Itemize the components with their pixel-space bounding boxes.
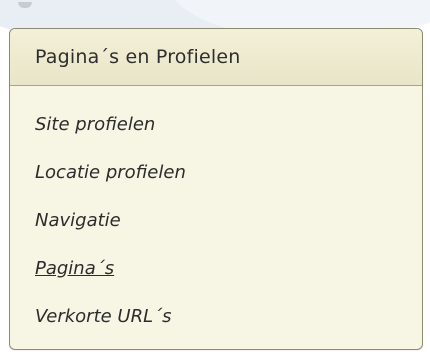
menu-item-verkorte-urls: Verkorte URL´s [10,292,422,340]
panel-menu: Site profielen Locatie profielen Navigat… [10,86,422,340]
menu-item-paginas: Pagina´s [10,244,422,292]
verkorte-urls-link[interactable]: Verkorte URL´s [35,306,172,327]
locatie-profielen-link[interactable]: Locatie profielen [35,162,186,183]
site-profielen-link[interactable]: Site profielen [35,114,155,135]
pages-profiles-panel: Pagina´s en Profielen Site profielen Loc… [9,28,423,350]
panel-header: Pagina´s en Profielen [10,29,422,86]
menu-item-navigatie: Navigatie [10,196,422,244]
panel-title: Pagina´s en Profielen [35,46,241,68]
navigatie-link[interactable]: Navigatie [35,210,121,231]
menu-item-site-profielen: Site profielen [10,100,422,148]
paginas-link[interactable]: Pagina´s [35,258,114,279]
menu-item-locatie-profielen: Locatie profielen [10,148,422,196]
